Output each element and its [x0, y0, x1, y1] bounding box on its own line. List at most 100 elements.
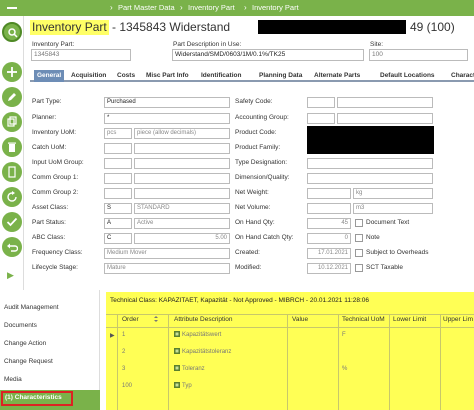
refresh-icon: [7, 191, 17, 202]
lifecycle-stage-label: Lifecycle Stage:: [32, 264, 78, 271]
row-order[interactable]: 3: [122, 366, 125, 372]
part-status-label: Part Status:: [32, 219, 66, 226]
related-pages-nav: Audit Management Documents Change Action…: [0, 290, 100, 410]
subject-to-overheads-checkbox[interactable]: [355, 249, 363, 257]
row-attribute-description[interactable]: Kapazitätswert: [182, 332, 221, 338]
row-attribute-description[interactable]: Toleranz: [182, 366, 205, 372]
checkmark-icon: [6, 217, 18, 227]
lifecycle-stage-field: Mature: [104, 263, 230, 274]
characteristics-panel: [106, 292, 474, 410]
nav-change-request[interactable]: Change Request: [4, 358, 53, 365]
tab-planning-data[interactable]: Planning Data: [259, 70, 302, 82]
dimension-quality-field[interactable]: [307, 173, 433, 184]
column-lower-limit[interactable]: Lower Limit: [393, 316, 426, 323]
nav-characteristics-label: (1) Characteristics: [5, 394, 62, 401]
row-order[interactable]: 100: [122, 383, 132, 389]
description-field[interactable]: Widerstand/SMD/0603/1M/0.1%/TK25: [172, 49, 364, 61]
trash-icon: [8, 142, 16, 152]
column-sort-icon: [154, 316, 158, 322]
copy-icon: [7, 116, 17, 127]
menu-button[interactable]: [0, 0, 24, 16]
on-hand-qty-field: 45: [307, 218, 351, 229]
document-icon: [8, 166, 16, 178]
copy-button[interactable]: [2, 112, 22, 132]
inventory-part-field[interactable]: 1345843: [31, 49, 131, 61]
edit-button[interactable]: [2, 87, 22, 107]
net-volume-unit[interactable]: m3: [353, 203, 433, 214]
breadcrumb-part-master-data[interactable]: Part Master Data: [118, 0, 175, 16]
dimension-quality-label: Dimension/Quality:: [235, 174, 290, 181]
row-technical-uom: F: [342, 332, 346, 338]
nav-documents[interactable]: Documents: [4, 322, 37, 329]
attachments-button[interactable]: [2, 162, 22, 182]
inventory-uom-field[interactable]: pcs: [104, 128, 132, 139]
asset-class-field[interactable]: S: [104, 203, 132, 214]
column-order[interactable]: Order: [122, 316, 139, 323]
abc-class-label: ABC Class:: [32, 234, 66, 241]
row-attribute-description[interactable]: Kapazitätstoleranz: [182, 349, 231, 355]
catch-uom-field[interactable]: [104, 143, 132, 154]
nav-audit-management[interactable]: Audit Management: [4, 304, 59, 311]
accounting-group-field[interactable]: [307, 113, 335, 124]
sct-taxable-checkbox[interactable]: [355, 264, 363, 272]
input-uom-group-field[interactable]: [104, 158, 132, 169]
part-type-select[interactable]: Purchased: [104, 97, 230, 108]
catch-uom-description: [134, 143, 230, 154]
document-text-label: Document Text: [366, 219, 410, 226]
net-weight-field[interactable]: [307, 188, 351, 199]
comm-group-2-label: Comm Group 2:: [32, 189, 79, 196]
tab-bar: General Acquisition Costs Misc Part Info…: [30, 70, 474, 82]
delete-button[interactable]: [2, 137, 22, 157]
comm-group-2-field[interactable]: [104, 188, 132, 199]
column-upper-limit[interactable]: Upper Lim: [443, 316, 473, 323]
row-order[interactable]: 2: [122, 349, 125, 355]
save-button[interactable]: [2, 212, 22, 232]
asset-class-description: STANDARD: [134, 203, 230, 214]
tab-acquisition[interactable]: Acquisition: [71, 70, 106, 82]
abc-class-field[interactable]: C: [104, 233, 132, 244]
description-label: Part Description in Use:: [173, 41, 242, 48]
pencil-icon: [8, 93, 16, 101]
column-technical-uom[interactable]: Technical UoM: [342, 316, 385, 323]
row-selected-indicator-icon: ▶: [110, 333, 115, 339]
attribute-type-icon: [174, 382, 180, 388]
net-weight-unit[interactable]: kg: [353, 188, 433, 199]
site-field[interactable]: 100: [369, 49, 468, 61]
row-attribute-description[interactable]: Typ: [182, 383, 192, 389]
cancel-button[interactable]: [2, 237, 22, 257]
row-order[interactable]: 1: [122, 332, 125, 338]
net-volume-field[interactable]: [307, 203, 351, 214]
type-designation-field[interactable]: [307, 158, 433, 169]
refresh-button[interactable]: [2, 187, 22, 207]
expand-arrow-icon[interactable]: ▶: [7, 270, 14, 281]
abc-class-percent: 5.00: [134, 233, 230, 244]
search-button[interactable]: [2, 22, 22, 42]
column-value[interactable]: Value: [292, 316, 308, 323]
tab-misc-part-info[interactable]: Misc Part Info: [146, 70, 189, 82]
planner-field[interactable]: *: [104, 113, 230, 124]
document-text-checkbox[interactable]: [355, 219, 363, 227]
nav-change-action[interactable]: Change Action: [4, 340, 46, 347]
breadcrumb-separator-icon: ›: [244, 3, 247, 12]
redaction-box: [307, 126, 434, 154]
tab-identification[interactable]: Identification: [201, 70, 241, 82]
safety-code-field[interactable]: [307, 97, 335, 108]
tab-costs[interactable]: Costs: [117, 70, 135, 82]
comm-group-1-description: [134, 173, 230, 184]
product-code-label: Product Code:: [235, 129, 277, 136]
tab-alternate-parts[interactable]: Alternate Parts: [314, 70, 360, 82]
nav-media[interactable]: Media: [4, 376, 22, 383]
column-attribute-description[interactable]: Attribute Description: [174, 316, 233, 323]
part-status-field[interactable]: A: [104, 218, 132, 229]
new-button[interactable]: [2, 62, 22, 82]
tab-characteristics[interactable]: Characte: [451, 70, 474, 82]
search-icon: [8, 28, 18, 38]
note-checkbox[interactable]: [355, 234, 363, 242]
inventory-uom-label: Inventory UoM:: [32, 129, 77, 136]
tab-general[interactable]: General: [34, 70, 65, 82]
part-type-label: Part Type:: [32, 98, 62, 105]
breadcrumb-inventory-part[interactable]: Inventory Part: [188, 0, 235, 16]
safety-code-label: Safety Code:: [235, 98, 273, 105]
comm-group-1-field[interactable]: [104, 173, 132, 184]
tab-default-locations[interactable]: Default Locations: [380, 70, 435, 82]
